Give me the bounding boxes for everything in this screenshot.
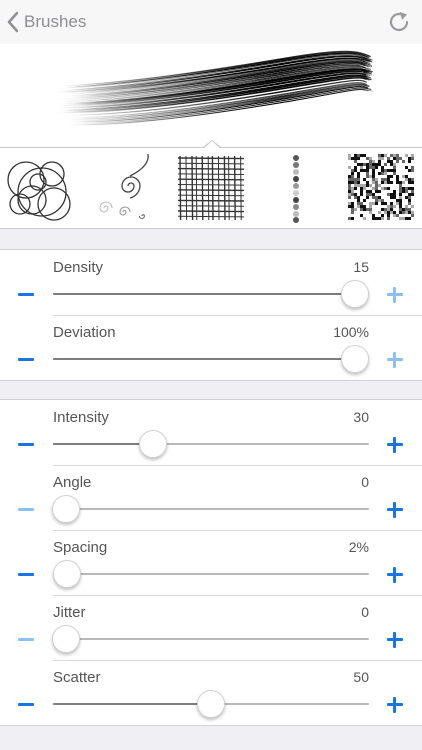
- slider-thumb[interactable]: [51, 495, 80, 523]
- increment-button[interactable]: [376, 689, 414, 719]
- slider-label: Jitter: [53, 604, 86, 621]
- slider-value: 50: [353, 669, 369, 685]
- increment-button[interactable]: [376, 559, 414, 589]
- decrement-button[interactable]: [8, 279, 46, 309]
- brush-dots[interactable]: [262, 152, 332, 224]
- slider-label: Deviation: [53, 324, 116, 341]
- slider-value: 0: [361, 474, 369, 490]
- back-button[interactable]: Brushes: [6, 8, 86, 36]
- slider-value: 2%: [348, 539, 369, 555]
- crosshatch-brush-icon: [177, 155, 245, 221]
- decrement-button[interactable]: [8, 429, 46, 459]
- dots-brush-icon: [293, 155, 299, 223]
- slider-label: Intensity: [53, 409, 109, 426]
- increment-button[interactable]: [376, 624, 414, 654]
- increment-button[interactable]: [376, 494, 414, 524]
- slider-label: Angle: [53, 474, 92, 491]
- slider-row-intensity: Intensity 30: [0, 400, 422, 465]
- slider-fill: [53, 358, 355, 360]
- slider-fill: [53, 703, 211, 705]
- slider-row-scatter: Scatter 50: [0, 660, 422, 725]
- selection-indicator: [202, 140, 222, 149]
- slider-value: 30: [353, 409, 369, 425]
- spirals-brush-icon: [99, 153, 149, 220]
- slider-thumb[interactable]: [51, 625, 80, 653]
- chevron-left-icon: [7, 11, 19, 33]
- slider-thumb[interactable]: [197, 690, 225, 718]
- refresh-icon: [389, 12, 409, 32]
- slider-track[interactable]: [53, 560, 369, 588]
- slider-row-deviation: Deviation 100%: [0, 315, 422, 380]
- slider-thumb[interactable]: [53, 560, 82, 588]
- slider-label: Scatter: [53, 669, 101, 686]
- refresh-button[interactable]: [386, 9, 412, 35]
- brush-preview: [0, 44, 422, 147]
- noise-brush-icon: [348, 154, 414, 220]
- slider-track[interactable]: [51, 625, 369, 653]
- nav-bar: Brushes: [0, 0, 422, 44]
- slider-row-density: Density 15: [0, 250, 422, 315]
- increment-button[interactable]: [376, 344, 414, 374]
- decrement-button[interactable]: [8, 624, 46, 654]
- brush-noise[interactable]: [346, 152, 416, 224]
- slider-fill: [53, 293, 355, 295]
- brush-circles[interactable]: [4, 152, 74, 224]
- slider-track[interactable]: [53, 690, 369, 718]
- slider-thumb[interactable]: [340, 345, 369, 373]
- slider-track[interactable]: [53, 280, 369, 308]
- back-label: Brushes: [24, 12, 87, 31]
- slider-label: Spacing: [53, 539, 108, 556]
- slider-row-jitter: Jitter 0: [0, 595, 422, 660]
- decrement-button[interactable]: [8, 689, 46, 719]
- decrement-button[interactable]: [8, 559, 46, 589]
- settings-group-1: Density 15 Deviation 100%: [0, 249, 422, 381]
- settings-group-2: Intensity 30 Angle 0 Spacing 2% Jitter 0: [0, 399, 422, 726]
- slider-row-spacing: Spacing 2%: [0, 530, 422, 595]
- increment-button[interactable]: [376, 279, 414, 309]
- slider-row-angle: Angle 0: [0, 465, 422, 530]
- brush-crosshatch[interactable]: [176, 152, 246, 224]
- slider-track[interactable]: [53, 430, 369, 458]
- slider-value: 0: [361, 604, 369, 620]
- brush-spirals[interactable]: [90, 152, 160, 224]
- circles-brush-icon: [7, 161, 71, 221]
- increment-button[interactable]: [376, 429, 414, 459]
- slider-track[interactable]: [53, 345, 369, 373]
- slider-fill: [53, 443, 153, 445]
- slider-value: 15: [353, 259, 369, 275]
- slider-track[interactable]: [51, 495, 369, 523]
- decrement-button[interactable]: [8, 494, 46, 524]
- slider-thumb[interactable]: [138, 430, 167, 458]
- slider-label: Density: [53, 259, 104, 276]
- slider-value: 100%: [333, 324, 369, 340]
- slider-thumb[interactable]: [340, 280, 369, 308]
- brush-picker: [0, 140, 422, 229]
- decrement-button[interactable]: [8, 344, 46, 374]
